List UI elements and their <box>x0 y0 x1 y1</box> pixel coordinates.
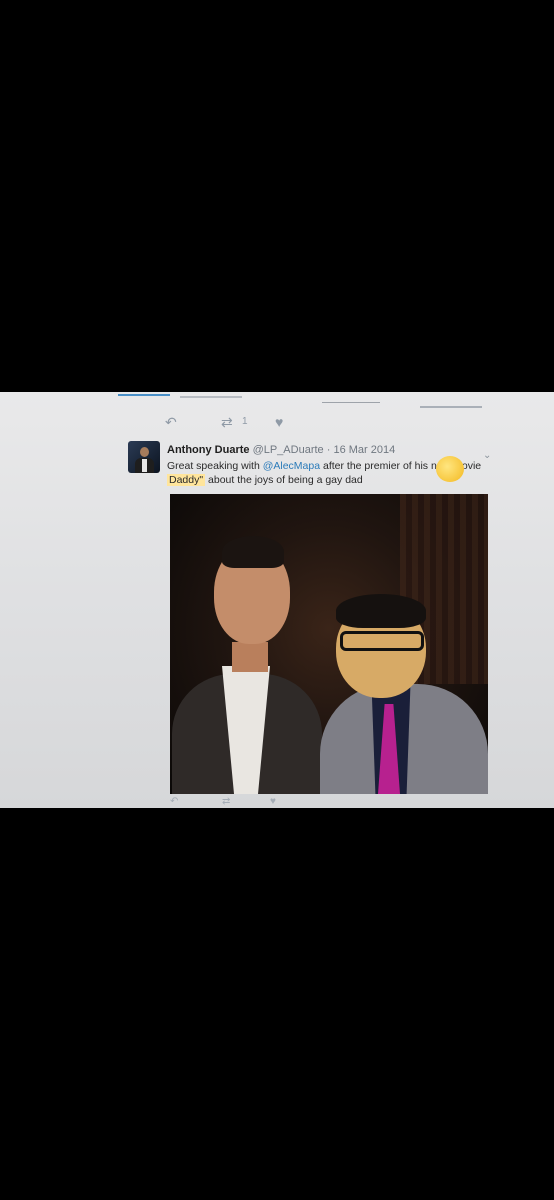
author-handle[interactable]: @LP_ADuarte <box>253 444 324 456</box>
separator: · <box>326 444 331 456</box>
highlighted-text: Daddy" <box>167 474 206 486</box>
reply-icon[interactable]: ↶ <box>170 796 178 807</box>
divider <box>322 402 380 403</box>
tweet-date[interactable]: 16 Mar 2014 <box>333 444 395 456</box>
divider <box>180 396 242 398</box>
retweet-icon[interactable]: ⇄ <box>222 796 230 807</box>
redaction-sticker <box>436 456 464 482</box>
retweet-icon[interactable]: ⇄ <box>221 414 233 431</box>
tweet-header: Anthony Duarte @LP_ADuarte · 16 Mar 2014 <box>167 444 395 456</box>
previous-tweet-strip <box>0 392 554 408</box>
heart-icon[interactable]: ♥ <box>275 414 283 430</box>
tweet-photo[interactable] <box>170 494 488 794</box>
tweet-text-part: about the joys of being a gay dad <box>205 474 363 486</box>
retweet-count: 1 <box>242 416 248 427</box>
reply-icon[interactable]: ↶ <box>165 414 177 431</box>
tweet-text-part: Great speaking with <box>167 460 263 472</box>
divider <box>420 406 482 408</box>
divider <box>118 394 170 396</box>
heart-icon[interactable]: ♥ <box>270 796 276 807</box>
mention-link[interactable]: @AlecMapa <box>263 460 320 472</box>
author-name[interactable]: Anthony Duarte <box>167 444 250 456</box>
avatar[interactable] <box>128 441 160 473</box>
